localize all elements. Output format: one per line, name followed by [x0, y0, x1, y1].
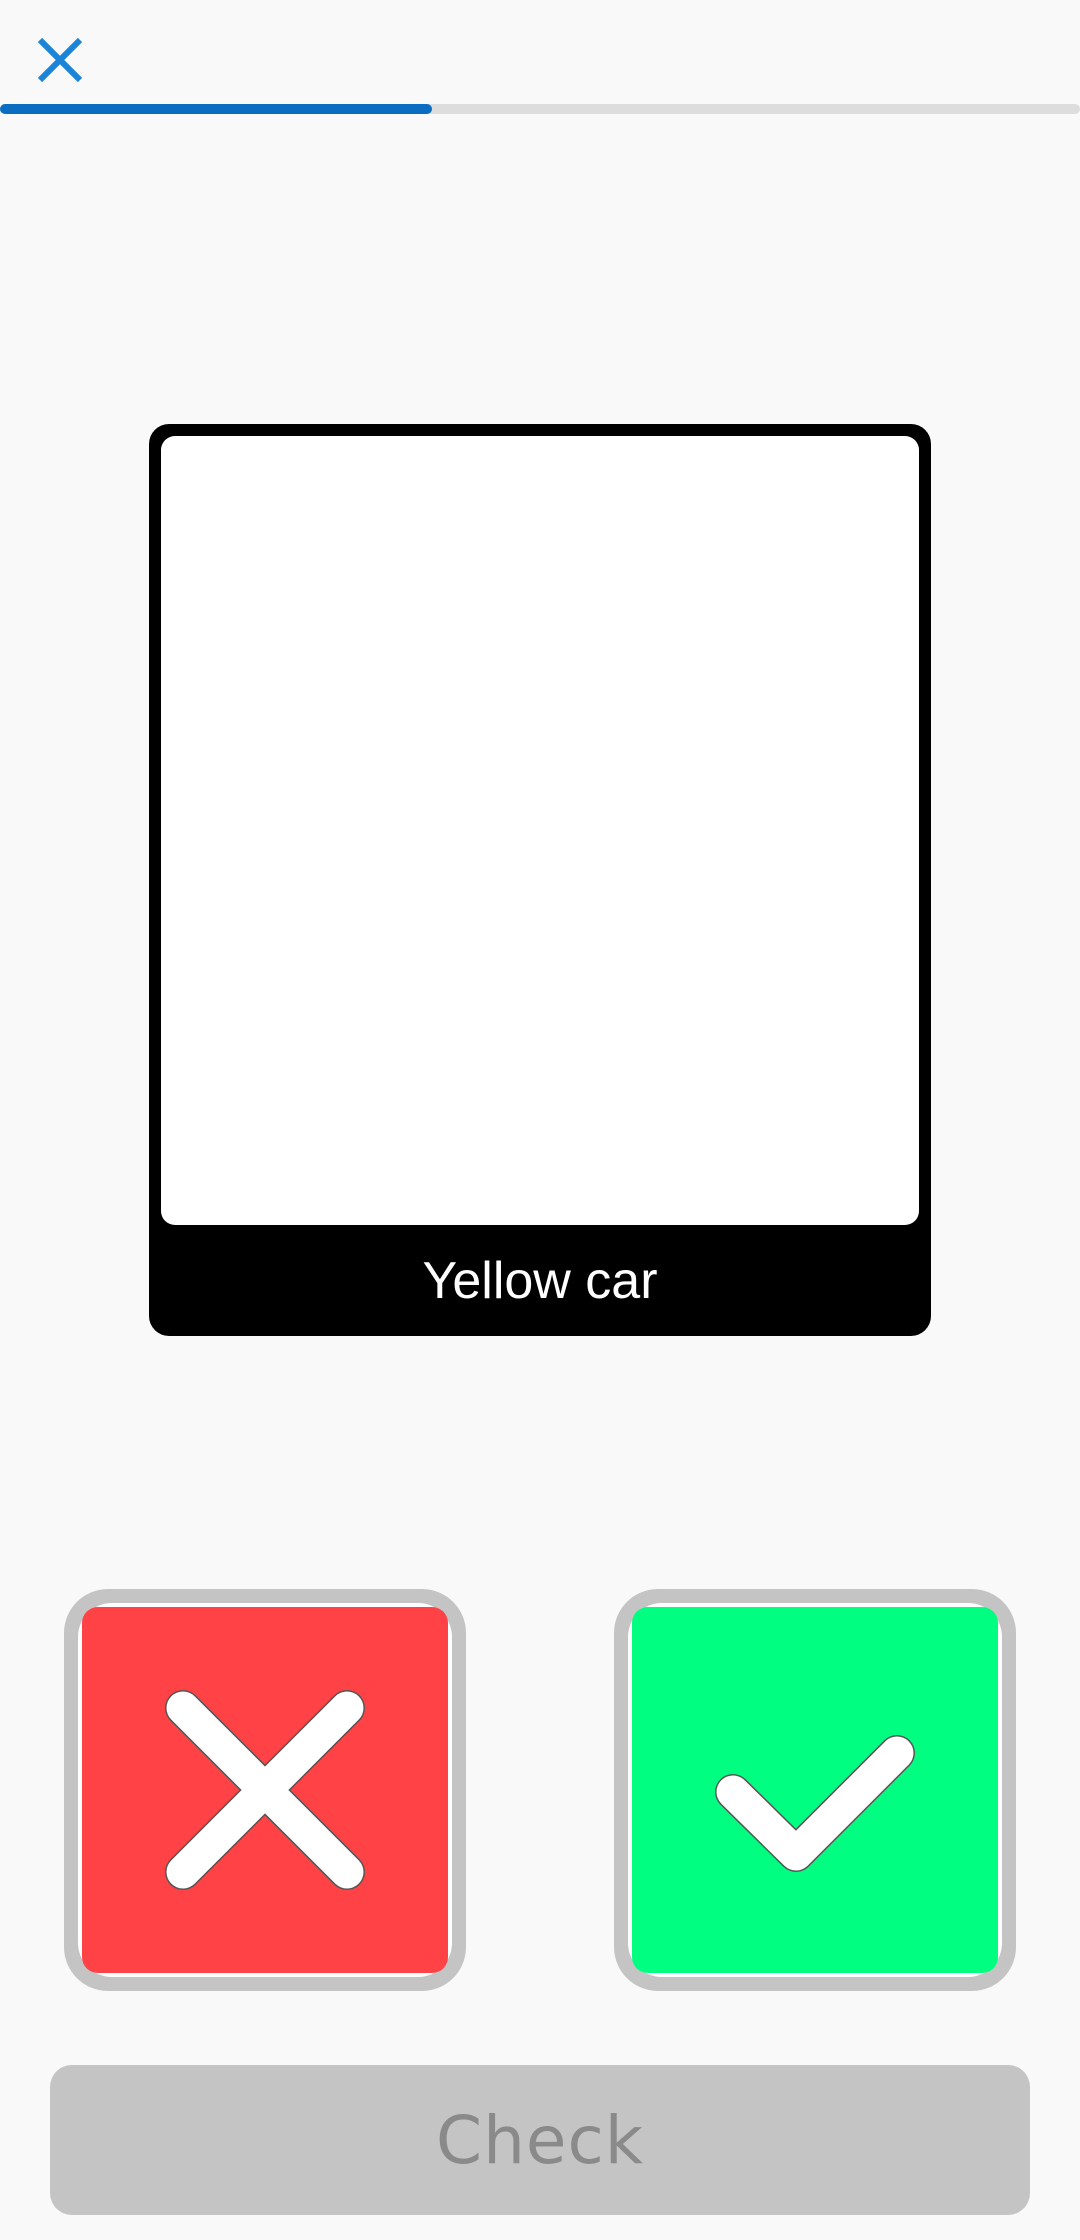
close-icon [37, 37, 83, 83]
close-button[interactable] [30, 30, 90, 90]
flashcard-label: Yellow car [422, 1251, 658, 1310]
yes-button[interactable] [614, 1589, 1016, 1991]
no-button[interactable] [64, 1589, 466, 1991]
check-icon [715, 1735, 915, 1872]
check-button[interactable]: Check [50, 2065, 1030, 2215]
no-button-face [82, 1607, 448, 1973]
progress-bar [0, 104, 1080, 114]
flashcard-image [161, 436, 919, 1225]
quiz-screen: Yellow car Check [0, 0, 1080, 2240]
x-icon [165, 1690, 365, 1890]
yes-button-face [632, 1607, 998, 1973]
progress-bar-fill [0, 104, 432, 114]
flashcard: Yellow car [149, 424, 931, 1336]
